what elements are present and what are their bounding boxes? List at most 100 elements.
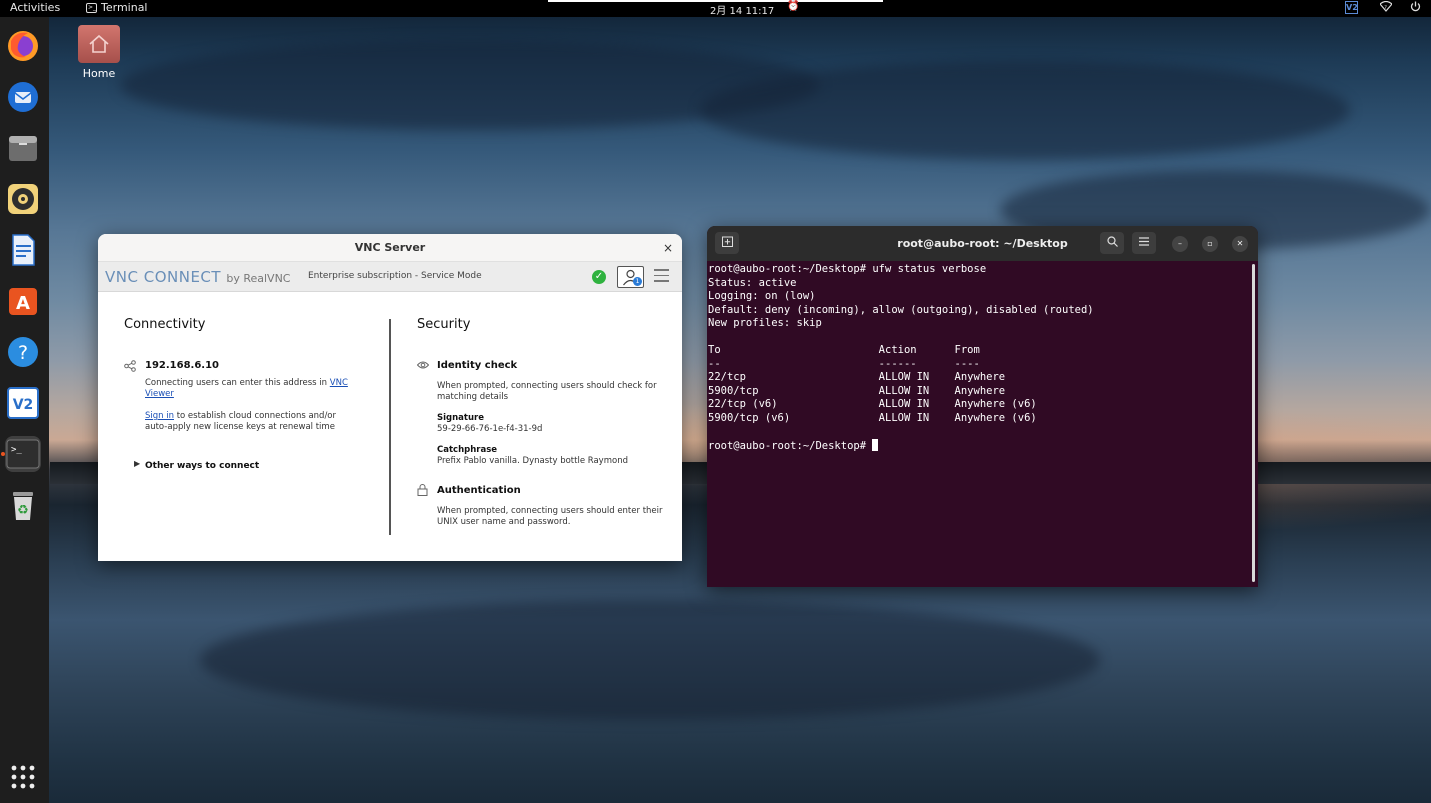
terminal-line: To Action From bbox=[708, 344, 980, 356]
logo-text: VNC CONNECT bbox=[105, 268, 222, 286]
terminal-output[interactable]: root@aubo-root:~/Desktop# ufw status ver… bbox=[708, 263, 1250, 587]
svg-text:?: ? bbox=[18, 342, 28, 364]
terminal-small-icon: >_ bbox=[86, 2, 97, 13]
menu-button[interactable] bbox=[1132, 232, 1156, 254]
clock[interactable]: 2月 14 11:17 bbox=[710, 2, 774, 17]
minimize-button[interactable]: – bbox=[1172, 236, 1188, 252]
hamburger-icon bbox=[1139, 237, 1149, 246]
vnc-connect-logo: VNC CONNECT by RealVNC bbox=[105, 268, 290, 286]
terminal-line: New profiles: skip bbox=[708, 317, 822, 329]
files-icon[interactable] bbox=[5, 130, 41, 166]
column-divider bbox=[389, 319, 391, 535]
svg-text:♻: ♻ bbox=[17, 503, 29, 518]
terminal-cursor bbox=[872, 438, 879, 451]
vnc-title-bar[interactable]: VNC Server × bbox=[98, 234, 682, 262]
wallpaper-cloud bbox=[700, 60, 1350, 160]
catchphrase-label: Catchphrase bbox=[437, 445, 498, 455]
rhythmbox-icon[interactable] bbox=[5, 181, 41, 217]
terminal-line: -- ------ ---- bbox=[708, 357, 980, 370]
terminal-line: 5900/tcp (v6) ALLOW IN Anywhere (v6) bbox=[708, 411, 1037, 424]
svg-text:V2: V2 bbox=[13, 397, 34, 413]
firefox-icon[interactable] bbox=[5, 28, 41, 64]
vnc-window-title: VNC Server bbox=[354, 241, 426, 254]
vnc-tray-icon[interactable]: V2 bbox=[1345, 1, 1358, 14]
signin-text-2: auto-apply new license keys at renewal t… bbox=[145, 422, 335, 432]
terminal-prompt: root@aubo-root:~/Desktop# bbox=[708, 439, 873, 452]
svg-text:A: A bbox=[16, 293, 30, 314]
thunderbird-icon[interactable] bbox=[5, 79, 41, 115]
show-apps-icon[interactable] bbox=[5, 759, 41, 795]
other-ways-expander[interactable]: Other ways to connect bbox=[145, 461, 259, 471]
svg-text:>_: >_ bbox=[11, 445, 22, 455]
share-icon bbox=[124, 360, 136, 375]
user-count-badge: 1 bbox=[633, 277, 642, 286]
app-menu-label: Terminal bbox=[101, 1, 148, 14]
ip-address: 192.168.6.10 bbox=[145, 360, 220, 371]
dock: A ? V2 >_ ♻ bbox=[0, 17, 49, 803]
terminal-prompt-line: root@aubo-root:~/Desktop# bbox=[708, 438, 1250, 454]
home-folder-label: Home bbox=[82, 67, 116, 80]
svg-text:?: ? bbox=[1384, 5, 1387, 11]
connected-users-button[interactable]: 1 bbox=[617, 266, 644, 288]
terminal-line: root@aubo-root:~/Desktop# ufw status ver… bbox=[708, 263, 987, 275]
signin-description: Sign in to establish cloud connections a… bbox=[145, 411, 375, 433]
search-button[interactable] bbox=[1100, 232, 1124, 254]
help-icon[interactable]: ? bbox=[5, 334, 41, 370]
catchphrase-value: Prefix Pablo vanilla. Dynasty bottle Ray… bbox=[437, 456, 628, 466]
running-indicator bbox=[1, 452, 5, 456]
network-icon[interactable]: ? bbox=[1379, 0, 1393, 15]
power-icon[interactable] bbox=[1410, 1, 1421, 15]
identity-check-heading: Identity check bbox=[437, 360, 518, 371]
chevron-right-icon[interactable]: ▶ bbox=[134, 459, 140, 468]
ip-desc-text: Connecting users can enter this address … bbox=[145, 378, 330, 388]
vnc-toolbar: VNC CONNECT by RealVNC Enterprise subscr… bbox=[98, 262, 682, 292]
auth-description: When prompted, connecting users should e… bbox=[437, 506, 663, 528]
signature-label: Signature bbox=[437, 413, 484, 423]
vnc-content: Connectivity 192.168.6.10 Connecting use… bbox=[98, 292, 682, 561]
close-icon[interactable]: × bbox=[663, 234, 673, 262]
subscription-label: Enterprise subscription - Service Mode bbox=[308, 271, 482, 281]
trash-icon[interactable]: ♻ bbox=[5, 487, 41, 523]
status-ok-icon: ✓ bbox=[592, 270, 606, 284]
app-menu[interactable]: >_ Terminal bbox=[86, 1, 148, 14]
terminal-line: 22/tcp (v6) ALLOW IN Anywhere (v6) bbox=[708, 398, 1037, 410]
connectivity-heading: Connectivity bbox=[124, 317, 206, 332]
writer-icon[interactable] bbox=[5, 232, 41, 268]
top-bar: Activities >_ Terminal 2月 14 11:17 ⏰ V2 … bbox=[0, 0, 1431, 17]
logo-by-text: by RealVNC bbox=[226, 272, 291, 285]
app-center-icon[interactable]: A bbox=[5, 283, 41, 319]
terminal-line: Logging: on (low) bbox=[708, 290, 816, 302]
terminal-line: Default: deny (incoming), allow (outgoin… bbox=[708, 303, 1094, 316]
search-icon bbox=[1106, 236, 1118, 247]
close-button[interactable]: ✕ bbox=[1232, 236, 1248, 252]
terminal-window: root@aubo-root: ~/Desktop – ▫ ✕ root@aub… bbox=[707, 226, 1258, 587]
sign-in-link[interactable]: Sign in bbox=[145, 411, 174, 421]
terminal-line: 5900/tcp ALLOW IN Anywhere bbox=[708, 384, 1006, 397]
identity-desc-2: matching details bbox=[437, 392, 509, 402]
hamburger-menu-icon[interactable] bbox=[654, 269, 669, 286]
authentication-heading: Authentication bbox=[437, 485, 521, 496]
security-heading: Security bbox=[417, 317, 471, 332]
maximize-button[interactable]: ▫ bbox=[1202, 236, 1218, 252]
identity-description: When prompted, connecting users should c… bbox=[437, 381, 657, 403]
terminal-scrollbar[interactable] bbox=[1252, 264, 1255, 582]
terminal-line: Status: active bbox=[708, 276, 797, 289]
terminal-line: 22/tcp ALLOW IN Anywhere bbox=[708, 371, 1006, 383]
vnc-icon[interactable]: V2 bbox=[5, 385, 41, 421]
desktop-home-folder[interactable]: Home bbox=[75, 25, 123, 80]
auth-desc-1: When prompted, connecting users should e… bbox=[437, 506, 663, 516]
auth-desc-2: UNIX user name and password. bbox=[437, 517, 571, 527]
signature-value: 59-29-66-76-1e-f4-31-9d bbox=[437, 424, 543, 434]
alarm-icon: ⏰ bbox=[787, 1, 800, 12]
signin-text-1: to establish cloud connections and/or bbox=[174, 411, 337, 421]
terminal-icon[interactable]: >_ bbox=[5, 436, 41, 472]
ip-description: Connecting users can enter this address … bbox=[145, 378, 365, 400]
vnc-server-window: VNC Server × VNC CONNECT by RealVNC Ente… bbox=[98, 234, 682, 561]
terminal-title-bar[interactable]: root@aubo-root: ~/Desktop – ▫ ✕ bbox=[707, 226, 1258, 261]
identity-desc-1: When prompted, connecting users should c… bbox=[437, 381, 657, 391]
activities-button[interactable]: Activities bbox=[10, 1, 60, 14]
wallpaper-cloud bbox=[200, 600, 1100, 720]
home-folder-icon bbox=[78, 25, 120, 63]
